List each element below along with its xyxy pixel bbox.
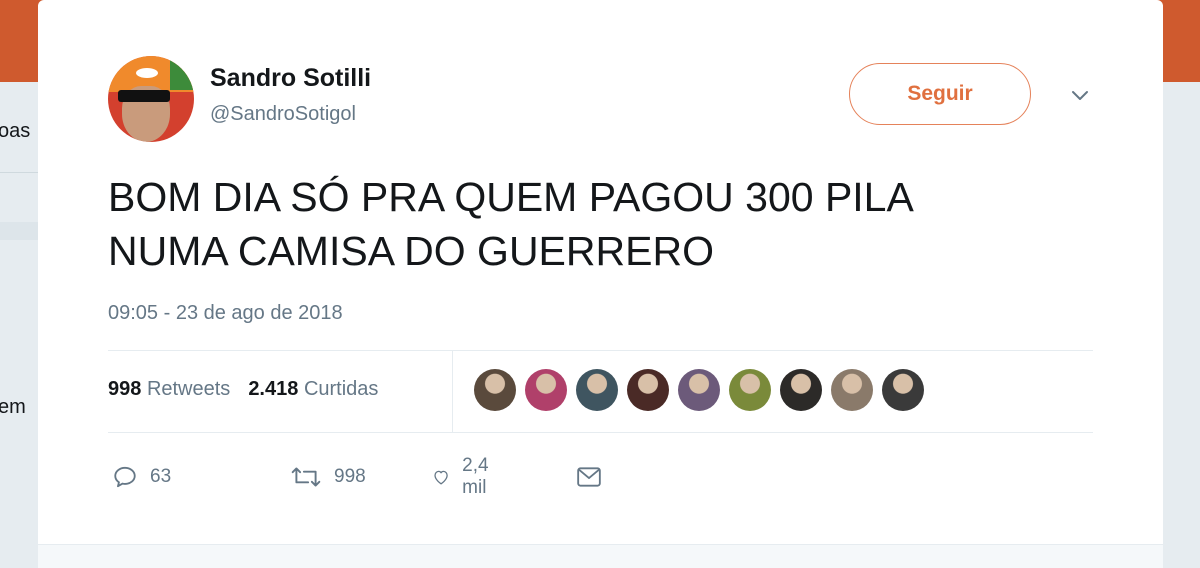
retweet-count: 998 [334,466,366,487]
background-text: oas [0,120,31,142]
like-action[interactable]: 2,4 mil [432,455,498,498]
liker-avatar[interactable] [780,369,822,411]
retweets-count: 998 [108,378,142,400]
retweets-label: Retweets [146,378,231,400]
retweets-stat[interactable]: 998 Retweets [108,378,230,400]
liker-avatar[interactable] [729,369,771,411]
tweet-text-line: NUMA CAMISA DO GUERRERO [108,228,714,274]
author-avatar[interactable] [108,56,194,142]
likes-stat[interactable]: 2.418 Curtidas [248,378,378,400]
retweet-action[interactable]: 998 [290,460,366,494]
heart-icon [434,470,448,485]
liker-avatar[interactable] [831,369,873,411]
divider [452,350,453,432]
dm-action[interactable] [576,460,602,494]
chevron-down-icon[interactable] [1070,86,1090,106]
background-right-panel [1163,82,1200,567]
likers-list [474,369,924,413]
divider [108,350,1093,351]
likes-label: Curtidas [303,378,379,400]
tweet-timestamp[interactable]: 09:05 - 23 de ago de 2018 [108,302,343,325]
tweet-text: BOM DIA SÓ PRA QUEM PAGOU 300 PILA NUMA … [108,170,1108,278]
background-divider [0,172,38,173]
reply-action[interactable]: 63 [112,460,171,494]
liker-avatar[interactable] [882,369,924,411]
background-left-panel [0,82,38,567]
reply-count: 63 [150,466,172,487]
author-handle[interactable]: @SandroSotigol [210,103,356,126]
background-text: em [0,396,26,418]
avatar-glasses [118,90,170,102]
card-footer [38,544,1163,568]
like-count: 2,4 mil [462,455,489,498]
tweet-stats: 998 Retweets 2.418 Curtidas [108,378,378,401]
tweet-text-line: BOM DIA SÓ PRA QUEM PAGOU 300 PILA [108,174,914,220]
liker-avatar[interactable] [627,369,669,411]
envelope-icon [577,467,601,487]
liker-avatar[interactable] [474,369,516,411]
background-divider [0,222,38,240]
retweet-icon [291,467,321,487]
liker-avatar[interactable] [678,369,720,411]
tweet-card: Sandro Sotilli @SandroSotigol Seguir BOM… [38,0,1163,568]
likes-count: 2.418 [248,378,299,400]
divider [108,432,1093,433]
follow-button[interactable]: Seguir [849,63,1031,125]
liker-avatar[interactable] [576,369,618,411]
avatar-cap-panel [170,60,194,90]
avatar-cap-logo [136,68,158,78]
reply-icon [114,466,136,488]
liker-avatar[interactable] [525,369,567,411]
author-name[interactable]: Sandro Sotilli [210,64,371,93]
